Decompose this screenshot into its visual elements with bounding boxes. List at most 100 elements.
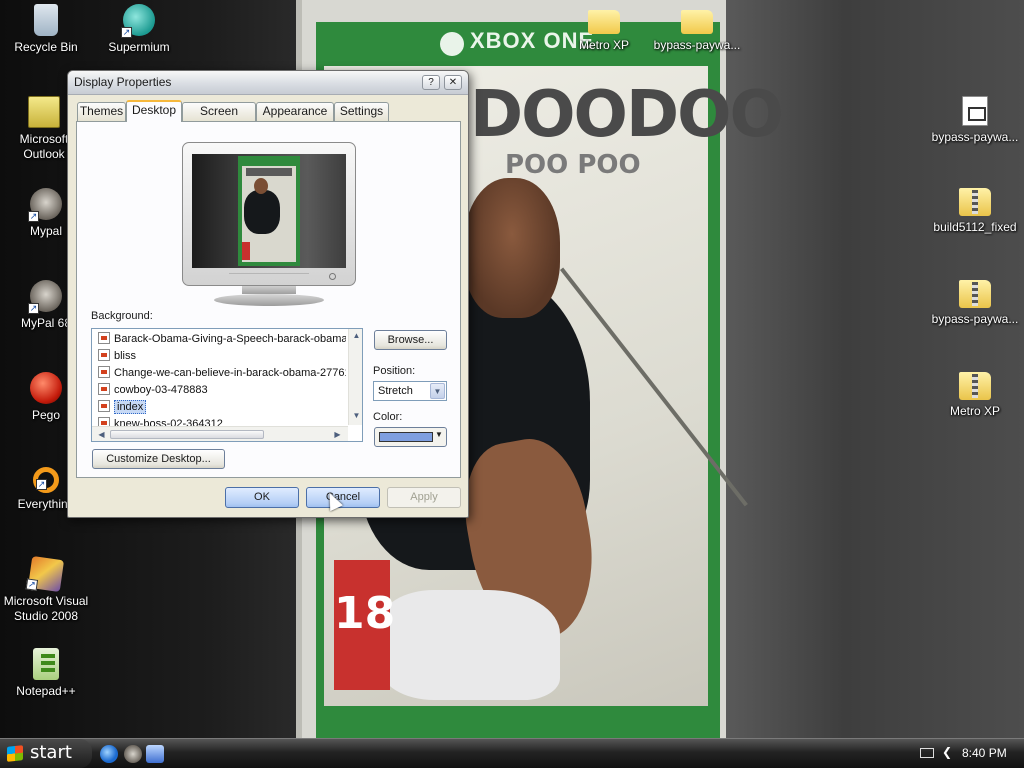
wallpaper-preview [192, 154, 346, 268]
notepad-plus-icon [33, 648, 59, 680]
pego-icon [30, 372, 62, 404]
tray-expand-arrow-icon[interactable]: ❮ [942, 745, 952, 759]
mypal-quicklaunch-icon[interactable] [124, 745, 142, 763]
list-item[interactable]: bliss [98, 348, 346, 364]
clock[interactable]: 8:40 PM [962, 746, 1007, 760]
switch-windows-icon[interactable] [146, 745, 164, 763]
desktop-icon-notepad-plus[interactable]: Notepad++ [0, 648, 94, 699]
color-swatch [379, 432, 433, 442]
monitor-preview [182, 142, 356, 286]
mypal-icon: ↗ [28, 188, 62, 222]
desktop-icon-label: MyPal 68 [20, 316, 72, 330]
start-label: start [30, 742, 72, 763]
outlook-icon [28, 96, 60, 128]
desktop-icon-label: bypass-paywa... [931, 130, 1019, 144]
image-file-icon [98, 383, 110, 395]
background-listbox[interactable]: Barack-Obama-Giving-a-Speech-barack-obam… [91, 328, 363, 442]
ok-button[interactable]: OK [225, 487, 299, 508]
apply-button[interactable]: Apply [387, 487, 461, 508]
browse-button[interactable]: Browse... [374, 330, 447, 350]
folder-icon [588, 10, 620, 34]
desktop-icon-recycle-bin[interactable]: Recycle Bin [0, 4, 94, 55]
zip-folder-icon [959, 280, 991, 308]
chevron-down-icon[interactable]: ▼ [430, 383, 445, 399]
internet-explorer-icon[interactable] [100, 745, 118, 763]
shortcut-arrow-icon: ↗ [28, 303, 39, 314]
tab-appearance[interactable]: Appearance [256, 102, 334, 121]
desktop-icon-label: Notepad++ [16, 684, 76, 698]
shortcut-arrow-icon: ↗ [121, 27, 132, 38]
tab-screen-saver[interactable]: Screen Saver [182, 102, 256, 135]
desktop-icon-label: build5112_fixed [933, 220, 1017, 234]
system-tray: ❮ 8:40 PM [914, 739, 1024, 768]
shortcut-arrow-icon: ↗ [36, 479, 47, 490]
visual-studio-icon: ↗ [25, 555, 65, 593]
cover-age-rating: 18 [334, 560, 395, 690]
desktop-icon-label: Microsoft Visual Studio 2008 [3, 594, 89, 623]
image-file-icon [98, 349, 110, 361]
desktop-icon-visual-studio[interactable]: ↗ Microsoft Visual Studio 2008 [0, 555, 94, 624]
position-select[interactable]: Stretch ▼ [373, 381, 447, 401]
preview-figure [244, 190, 280, 234]
windows-logo-icon [7, 745, 23, 762]
tab-settings[interactable]: Settings [334, 102, 389, 121]
desktop-icon-label: Supermium [108, 40, 170, 54]
desktop-icon-label: bypass-paywa... [653, 38, 741, 52]
desktop-icon-bypass-paywall-doc[interactable]: bypass-paywa... [927, 96, 1023, 145]
background-label: Background: [91, 310, 153, 322]
image-file-icon [98, 400, 110, 412]
preview-rating [242, 242, 250, 260]
start-button[interactable]: start [0, 739, 92, 768]
folder-icon [681, 10, 713, 34]
taskbar: start ❮ 8:40 PM [0, 738, 1024, 768]
list-item[interactable]: Change-we-can-believe-in-barack-obama-27… [98, 365, 346, 381]
customize-desktop-button[interactable]: Customize Desktop... [92, 449, 225, 469]
image-file-icon [98, 332, 110, 344]
desktop-icon-label: Metro XP [949, 404, 1000, 418]
cover-figure-cloth [380, 590, 560, 700]
scroll-down-arrow-icon[interactable]: ▼ [349, 409, 362, 423]
shortcut-arrow-icon: ↗ [28, 211, 39, 222]
scroll-right-arrow-icon[interactable]: ▶ [330, 428, 345, 441]
mypal-icon: ↗ [28, 280, 62, 314]
keyboard-icon[interactable] [920, 748, 934, 758]
dialog-titlebar[interactable]: Display Properties ? ✕ [68, 71, 468, 95]
desktop-icon-bypass-paywall-folder[interactable]: bypass-paywa... [649, 4, 745, 53]
monitor-stand-neck [242, 286, 296, 294]
zip-folder-icon [959, 188, 991, 216]
desktop-icon-build5112[interactable]: build5112_fixed [927, 188, 1023, 235]
cover-figure-head [464, 178, 560, 318]
tab-desktop[interactable]: Desktop [126, 100, 182, 122]
cover-subtitle: POO POO [505, 150, 641, 180]
position-value: Stretch [378, 385, 413, 397]
cover-title: DOODOO [470, 78, 784, 152]
chevron-down-icon: ▼ [435, 430, 443, 439]
image-file-icon [98, 417, 110, 426]
horizontal-scroll-thumb[interactable] [110, 430, 264, 439]
document-icon [962, 96, 988, 126]
vertical-scrollbar[interactable]: ▲ ▼ [348, 329, 362, 425]
desktop-icon-metro-xp-zip[interactable]: Metro XP [927, 372, 1023, 419]
close-button[interactable]: ✕ [444, 75, 462, 90]
help-button[interactable]: ? [422, 75, 440, 90]
list-item[interactable]: Barack-Obama-Giving-a-Speech-barack-obam… [98, 331, 346, 347]
color-picker-button[interactable]: ▼ [374, 427, 447, 447]
desktop-icon-label: Metro XP [578, 38, 629, 52]
everything-icon: ↗ [33, 467, 59, 493]
desktop-icon-supermium[interactable]: ↗ Supermium [91, 4, 187, 55]
list-item[interactable]: knew-boss-02-364312 [98, 416, 346, 426]
color-label: Color: [373, 411, 403, 423]
image-file-icon [98, 366, 110, 378]
desktop-icon-label: Pego [31, 408, 61, 422]
monitor-slot [229, 273, 309, 279]
desktop-icon-bypass-paywall-zip[interactable]: bypass-paywa... [927, 280, 1023, 327]
horizontal-scrollbar[interactable]: ◀ ▶ [92, 426, 348, 441]
scroll-up-arrow-icon[interactable]: ▲ [349, 329, 362, 343]
list-item-selected[interactable]: index [98, 399, 346, 415]
recycle-bin-icon [34, 4, 58, 36]
desktop-icon-metro-xp-folder[interactable]: Metro XP [556, 4, 652, 53]
list-item[interactable]: cowboy-03-478883 [98, 382, 346, 398]
monitor-stand-base [214, 294, 324, 306]
scroll-left-arrow-icon[interactable]: ◀ [94, 428, 109, 441]
tab-themes[interactable]: Themes [77, 102, 126, 121]
